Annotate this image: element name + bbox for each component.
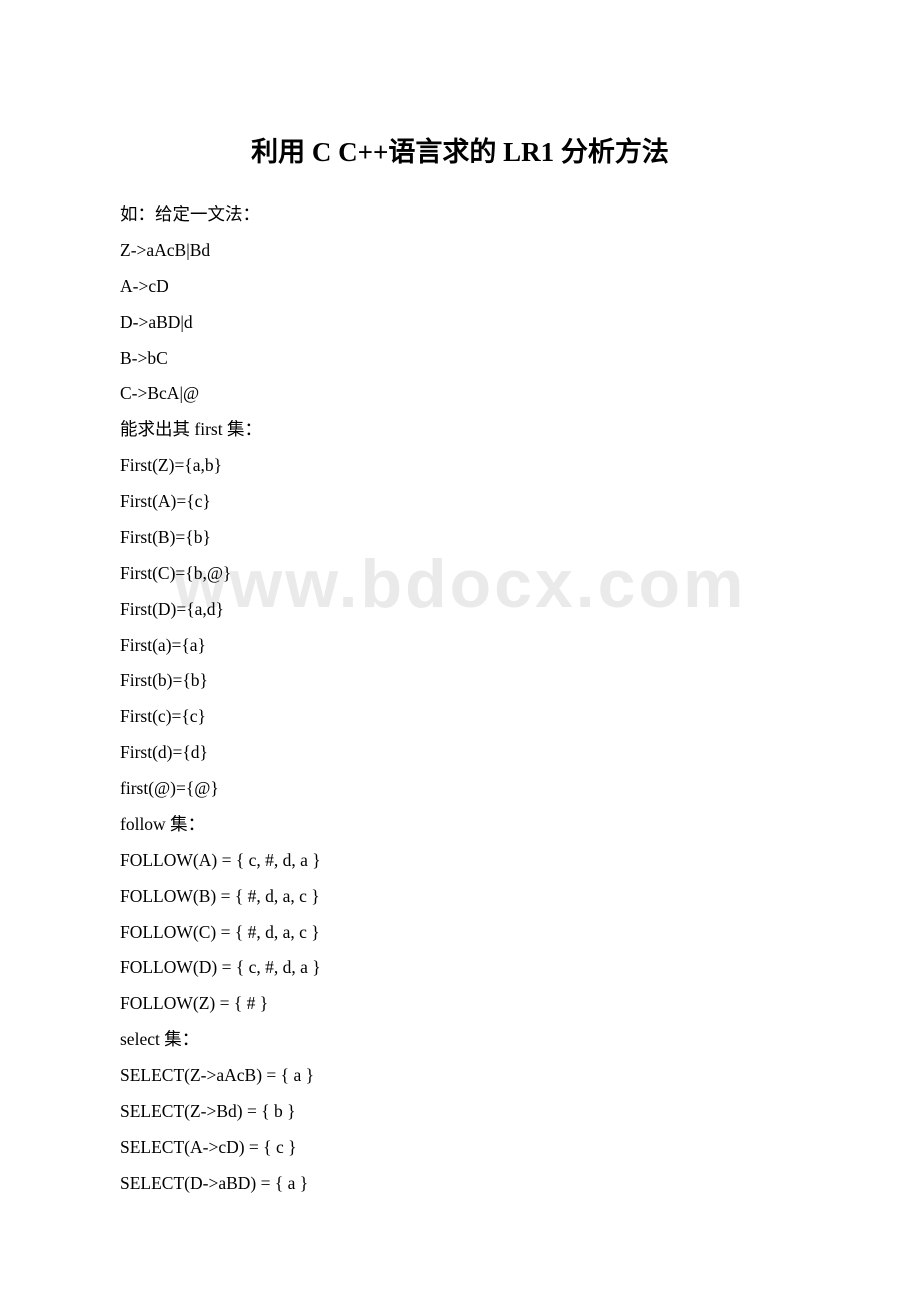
text-line: First(A)={c}: [120, 484, 800, 520]
text-line: FOLLOW(A) = { c, #, d, a }: [120, 843, 800, 879]
text-line: FOLLOW(C) = { #, d, a, c }: [120, 915, 800, 951]
text-line: C->BcA|@: [120, 376, 800, 412]
text-line: SELECT(Z->Bd) = { b }: [120, 1094, 800, 1130]
text-line: FOLLOW(Z) = { # }: [120, 986, 800, 1022]
text-line: First(Z)={a,b}: [120, 448, 800, 484]
text-line: Z->aAcB|Bd: [120, 233, 800, 269]
text-line: select 集：: [120, 1022, 800, 1058]
text-line: First(c)={c}: [120, 699, 800, 735]
text-line: FOLLOW(B) = { #, d, a, c }: [120, 879, 800, 915]
text-line: SELECT(Z->aAcB) = { a }: [120, 1058, 800, 1094]
text-line: First(d)={d}: [120, 735, 800, 771]
text-line: SELECT(D->aBD) = { a }: [120, 1166, 800, 1202]
text-line: First(D)={a,d}: [120, 592, 800, 628]
text-line: follow 集：: [120, 807, 800, 843]
text-line: First(B)={b}: [120, 520, 800, 556]
text-line: first(@)={@}: [120, 771, 800, 807]
text-line: A->cD: [120, 269, 800, 305]
text-line: FOLLOW(D) = { c, #, d, a }: [120, 950, 800, 986]
text-line: First(C)={b,@}: [120, 556, 800, 592]
text-line: D->aBD|d: [120, 305, 800, 341]
text-line: B->bC: [120, 341, 800, 377]
text-line: First(a)={a}: [120, 628, 800, 664]
text-line: SELECT(A->cD) = { c }: [120, 1130, 800, 1166]
text-line: First(b)={b}: [120, 663, 800, 699]
text-line: 能求出其 first 集：: [120, 412, 800, 448]
document-page: 利用 C C++语言求的 LR1 分析方法 如：给定一文法：Z->aAcB|Bd…: [0, 0, 920, 1262]
text-line: 如：给定一文法：: [120, 197, 800, 233]
document-title: 利用 C C++语言求的 LR1 分析方法: [120, 130, 800, 169]
document-body: 如：给定一文法：Z->aAcB|BdA->cDD->aBD|dB->bCC->B…: [120, 197, 800, 1202]
